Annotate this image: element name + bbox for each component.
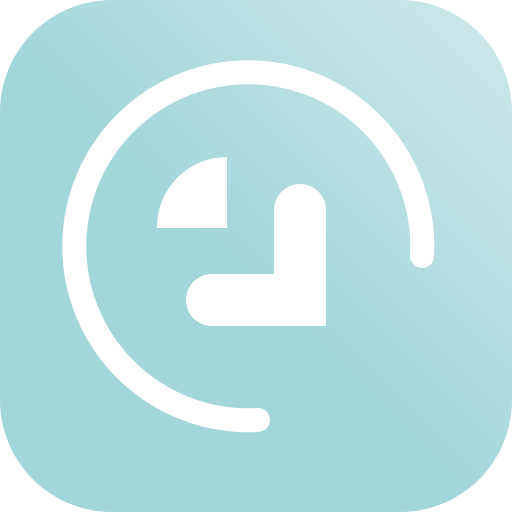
app-icon-tile[interactable] [0, 0, 512, 512]
clock-icon [0, 0, 512, 512]
app-icon-canvas [0, 0, 512, 512]
